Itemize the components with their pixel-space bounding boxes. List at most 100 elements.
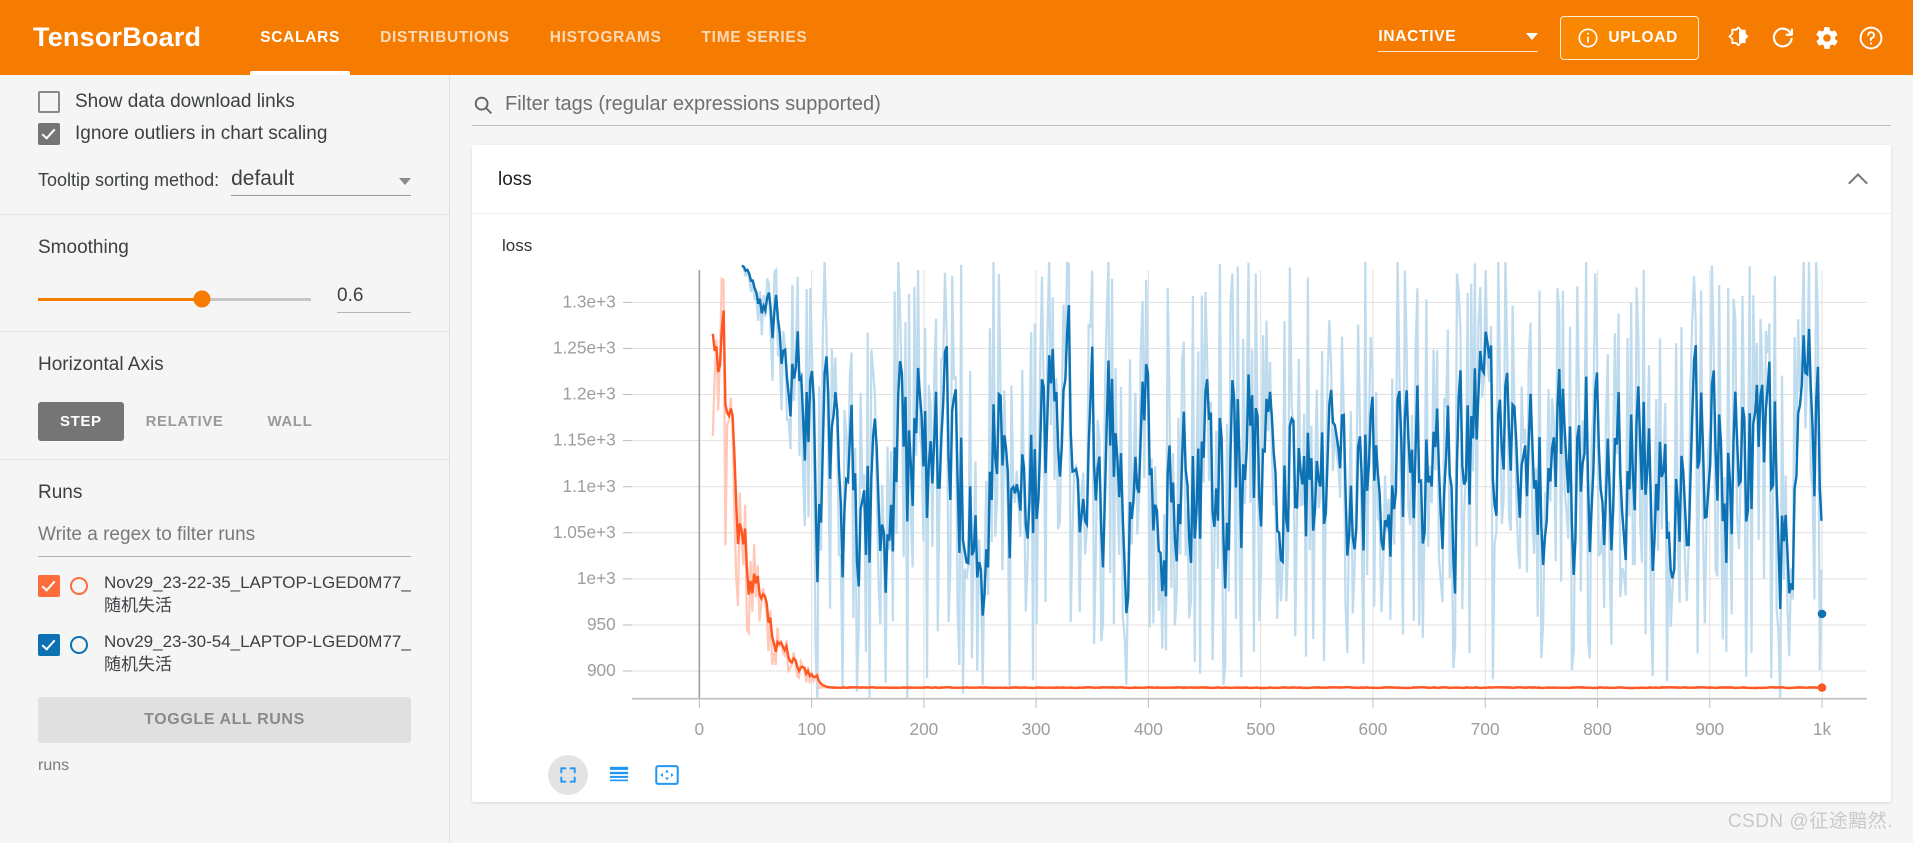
svg-text:1.05e+3: 1.05e+3: [553, 522, 616, 542]
tab-scalars-label: SCALARS: [260, 28, 341, 46]
tooltip-sorting-row: Tooltip sorting method: default: [38, 167, 411, 196]
svg-text:1.25e+3: 1.25e+3: [553, 338, 616, 358]
tab-time-series-label: TIME SERIES: [701, 28, 808, 46]
svg-text:900: 900: [1695, 719, 1724, 739]
svg-text:500: 500: [1246, 719, 1275, 739]
upload-button-label: UPLOAD: [1608, 28, 1678, 46]
ignore-outliers-label: Ignore outliers in chart scaling: [75, 123, 328, 144]
runs-filter-input[interactable]: [38, 520, 411, 557]
reload-icon: [1770, 25, 1796, 51]
settings-button[interactable]: [1805, 16, 1849, 60]
run-list-item-0[interactable]: Nov29_23-22-35_LAPTOP-LGED0M77_随机失活: [38, 563, 411, 622]
smoothing-slider-knob[interactable]: [193, 290, 211, 308]
fit-domain-icon[interactable]: [548, 755, 588, 796]
svg-text:1.15e+3: 1.15e+3: [553, 430, 616, 450]
svg-text:200: 200: [909, 719, 938, 739]
app-brand: TensorBoard: [33, 22, 202, 52]
run-list-item-1[interactable]: Nov29_23-30-54_LAPTOP-LGED0M77_随机失活: [38, 622, 411, 681]
tab-histograms[interactable]: HISTOGRAMS: [530, 0, 682, 75]
ignore-outliers-checkbox[interactable]: [38, 123, 60, 145]
top-bar-spacer: [827, 0, 1378, 75]
svg-text:1.3e+3: 1.3e+3: [562, 291, 615, 311]
axis-option-relative[interactable]: RELATIVE: [124, 402, 246, 441]
run-color-circle-0[interactable]: [70, 577, 88, 595]
scalar-card-header[interactable]: loss: [472, 145, 1891, 214]
run-name-1: Nov29_23-30-54_LAPTOP-LGED0M77_随机失活: [104, 631, 411, 674]
tab-distributions[interactable]: DISTRIBUTIONS: [360, 0, 530, 75]
chevron-up-icon[interactable]: [1848, 173, 1868, 193]
chart-title: loss: [502, 236, 533, 255]
tag-filter-bar[interactable]: Filter tags (regular expressions support…: [472, 93, 1891, 126]
watermark-text: CSDN @征途黯然.: [1727, 811, 1893, 832]
settings-sidebar: Show data download links Ignore outliers…: [0, 75, 450, 843]
display-options-section: Show data download links Ignore outliers…: [0, 75, 449, 215]
help-button[interactable]: [1849, 16, 1893, 60]
show-download-links-checkbox[interactable]: [38, 91, 60, 113]
run-status-dropdown[interactable]: INACTIVE: [1378, 24, 1539, 52]
info-circle-icon: [1577, 27, 1599, 49]
runs-section: Runs Nov29_23-22-35_LAPTOP-LGED0M77_随机失活…: [0, 460, 449, 793]
reload-button[interactable]: [1761, 16, 1805, 60]
runs-footer-label: runs: [38, 756, 70, 774]
smoothing-section: Smoothing 0.6: [0, 215, 449, 332]
smoothing-slider[interactable]: [38, 290, 311, 308]
smoothing-value-input[interactable]: 0.6: [337, 285, 411, 313]
svg-text:700: 700: [1471, 719, 1500, 739]
svg-text:800: 800: [1583, 719, 1612, 739]
help-circle-icon: [1858, 25, 1884, 51]
top-bar-actions: INACTIVE UPLOAD: [1378, 0, 1913, 75]
axis-option-step[interactable]: STEP: [38, 402, 124, 441]
expand-chart-icon[interactable]: [650, 758, 684, 792]
svg-text:1.2e+3: 1.2e+3: [562, 384, 615, 404]
svg-text:100: 100: [797, 719, 826, 739]
toggle-all-runs-button[interactable]: TOGGLE ALL RUNS: [38, 696, 411, 743]
gear-icon: [1814, 25, 1840, 51]
chart-container: loss 1.3e+3 1.25e+3 1.2e+3 1.15e+3 1.1e+3 1.0…: [472, 214, 1891, 796]
svg-text:1.1e+3: 1.1e+3: [562, 476, 615, 496]
svg-text:300: 300: [1022, 719, 1051, 739]
chevron-down-icon: [1526, 33, 1539, 40]
svg-text:950: 950: [587, 614, 616, 634]
search-icon: [472, 94, 494, 116]
upload-button[interactable]: UPLOAD: [1560, 15, 1699, 60]
runs-title: Runs: [38, 482, 83, 503]
svg-text:1k: 1k: [1813, 719, 1832, 739]
brightness-toggle-button[interactable]: [1717, 16, 1761, 60]
tab-histograms-label: HISTOGRAMS: [549, 28, 662, 46]
chevron-down-icon: [399, 178, 411, 185]
svg-text:1e+3: 1e+3: [577, 568, 616, 588]
run-status-label: INACTIVE: [1378, 27, 1457, 45]
svg-text:900: 900: [587, 660, 616, 680]
tooltip-sorting-select[interactable]: default: [231, 167, 411, 196]
ignore-outliers-row[interactable]: Ignore outliers in chart scaling: [38, 123, 411, 145]
toggle-axis-icon[interactable]: [602, 758, 636, 792]
main-content: Filter tags (regular expressions support…: [450, 75, 1913, 843]
run-checkbox-1[interactable]: [38, 633, 60, 656]
axis-option-wall[interactable]: WALL: [245, 402, 334, 441]
horizontal-axis-section: Horizontal Axis STEP RELATIVE WALL: [0, 332, 449, 460]
top-app-bar: TensorBoard SCALARS DISTRIBUTIONS HISTOG…: [0, 0, 1913, 75]
tag-filter-placeholder: Filter tags (regular expressions support…: [505, 93, 881, 115]
loss-line-chart[interactable]: 1.3e+3 1.25e+3 1.2e+3 1.15e+3 1.1e+3 1.05e+3 1…: [502, 262, 1873, 749]
main-nav-tabs: SCALARS DISTRIBUTIONS HISTOGRAMS TIME SE…: [240, 0, 827, 75]
horizontal-axis-button-group: STEP RELATIVE WALL: [38, 402, 411, 441]
smoothing-slider-fill: [38, 297, 202, 301]
scalar-card-loss: loss loss 1.3e+3 1.25e+3 1.2e+3 1.15e+3 1.1e…: [472, 145, 1891, 802]
run-color-circle-1[interactable]: [70, 635, 88, 654]
brightness-icon: [1726, 25, 1752, 51]
tooltip-sorting-label: Tooltip sorting method:: [38, 170, 220, 190]
run-name-0: Nov29_23-22-35_LAPTOP-LGED0M77_随机失活: [104, 573, 411, 615]
chart-toolbar: [502, 749, 1873, 796]
show-download-links-row[interactable]: Show data download links: [38, 91, 411, 113]
tooltip-sorting-value: default: [231, 167, 295, 190]
smoothing-slider-row: 0.6: [38, 285, 411, 313]
run-checkbox-0[interactable]: [38, 575, 60, 597]
scalar-card-title: loss: [498, 169, 532, 190]
tab-distributions-label: DISTRIBUTIONS: [380, 28, 510, 46]
svg-text:600: 600: [1359, 719, 1388, 739]
tab-time-series[interactable]: TIME SERIES: [682, 0, 828, 75]
horizontal-axis-title: Horizontal Axis: [38, 354, 164, 375]
smoothing-title: Smoothing: [38, 237, 129, 258]
tab-scalars[interactable]: SCALARS: [240, 0, 360, 75]
app-body: Show data download links Ignore outliers…: [0, 75, 1913, 843]
